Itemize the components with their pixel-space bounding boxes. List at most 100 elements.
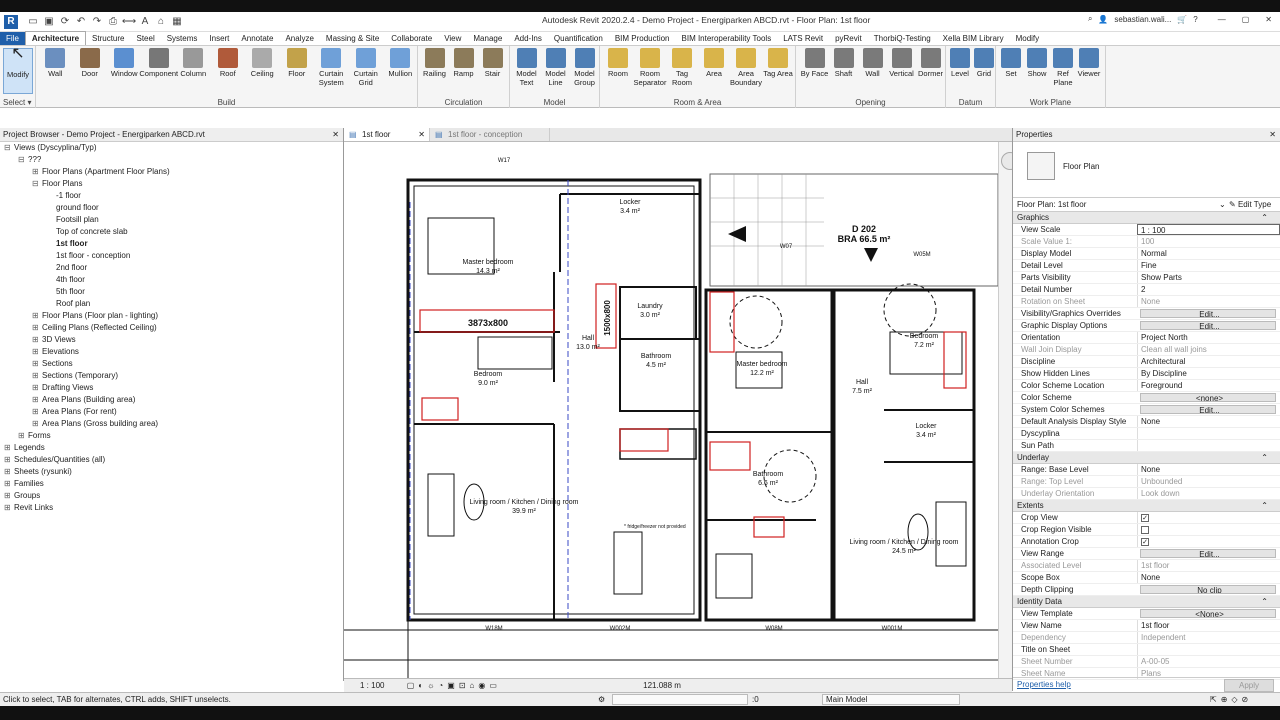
by-face-button[interactable]: By Face [800, 48, 829, 78]
close-icon[interactable]: ✕ [332, 128, 339, 142]
room-area[interactable]: 39.9 m² [512, 508, 536, 515]
expand-icon[interactable]: ⊞ [4, 502, 14, 514]
tab-lats-revit[interactable]: LATS Revit [777, 32, 829, 45]
chevron-down-icon[interactable]: ⌄ [1219, 200, 1226, 209]
room-area[interactable]: 6.6 m² [758, 480, 779, 487]
expand-icon[interactable]: ⊞ [32, 334, 42, 346]
tab-annotate[interactable]: Annotate [235, 32, 279, 45]
expand-icon[interactable]: ⊞ [4, 454, 14, 466]
tab-massing-site[interactable]: Massing & Site [320, 32, 385, 45]
ceiling-button[interactable]: Ceiling [245, 48, 280, 78]
section-underlay[interactable]: Underlay ⌃ [1013, 452, 1280, 464]
room-separator-button[interactable]: Room Separator [634, 48, 666, 87]
tab-file[interactable]: File [0, 32, 25, 45]
prop-value[interactable]: <None> [1140, 609, 1276, 618]
save-icon[interactable]: ▣ [42, 15, 56, 29]
redo-icon[interactable]: ↷ [90, 15, 104, 29]
help-icon[interactable]: ? [1193, 15, 1197, 24]
tab-1st-floor-conception[interactable]: ▤ 1st floor - conception [430, 128, 550, 141]
room-name[interactable]: Locker [915, 423, 937, 430]
section-graphics[interactable]: Graphics ⌃ [1013, 212, 1280, 224]
grid-button[interactable]: Grid [972, 48, 996, 78]
room-area[interactable]: 9.0 m² [478, 380, 499, 387]
browser-item-elevations[interactable]: ⊞ Elevations [0, 346, 343, 358]
room-area[interactable]: 24.5 m² [892, 548, 916, 555]
prop-value[interactable] [1137, 644, 1280, 655]
browser-item-3d-views[interactable]: ⊞ 3D Views [0, 334, 343, 346]
browser-item-families[interactable]: ⊞ Families [0, 478, 343, 490]
wall-button[interactable]: Wall [858, 48, 887, 78]
browser-item-floor-plans-apartment-floor-plans[interactable]: ⊞ Floor Plans (Apartment Floor Plans) [0, 166, 343, 178]
room-area[interactable]: 3.4 m² [620, 208, 641, 215]
expand-icon[interactable]: ⊞ [32, 310, 42, 322]
revit-logo-icon[interactable]: R [4, 14, 18, 29]
tab-modify[interactable]: Modify [1010, 32, 1046, 45]
tab-systems[interactable]: Systems [161, 32, 204, 45]
window-tag[interactable]: W07 [780, 244, 793, 250]
3d-view-icon[interactable]: ⌂ [154, 15, 168, 29]
room-name[interactable]: Master bedroom [463, 259, 514, 266]
prop-value[interactable]: By Discipline [1137, 368, 1280, 379]
window-tag[interactable]: W001M [882, 626, 903, 632]
properties-help-link[interactable]: Properties help [1017, 680, 1071, 689]
model-line-button[interactable]: Model Line [541, 48, 570, 87]
browser-item-1-floor[interactable]: -1 floor [0, 190, 343, 202]
browser-item-schedules-quantities-all[interactable]: ⊞ Schedules/Quantities (all) [0, 454, 343, 466]
browser-item-[interactable]: ⊟??? [0, 154, 343, 166]
wall-button[interactable]: Wall [38, 48, 73, 78]
shaft-button[interactable]: Shaft [829, 48, 858, 78]
prop-value[interactable] [1137, 524, 1280, 535]
room-area[interactable]: 13.0 m² [576, 344, 600, 351]
room-name[interactable]: Bedroom [474, 371, 503, 378]
room-name[interactable]: Locker [619, 199, 641, 206]
view-control-icons[interactable]: ▢◐☼◔▣⊡⌂◉▭ [407, 681, 501, 690]
window-button[interactable]: Window [107, 48, 142, 78]
tag-area-button[interactable]: Tag Area [762, 48, 794, 78]
floor-plan-drawing[interactable]: Locker 3.4 m² Master bedroom 14.3 m² Laundry… [344, 142, 998, 678]
prop-value[interactable]: Fine [1137, 260, 1280, 271]
browser-item-4th-floor[interactable]: 4th floor [0, 274, 343, 286]
room-name[interactable]: Laundry [637, 303, 663, 310]
column-button[interactable]: Column [176, 48, 211, 78]
prop-value[interactable]: ✓ [1137, 512, 1280, 523]
search-icon[interactable]: ⌕ [1088, 14, 1092, 24]
maximize-icon[interactable]: ▢ [1242, 15, 1250, 24]
collapse-icon[interactable]: ⊟ [4, 142, 14, 154]
room-name[interactable]: Master bedroom [737, 361, 788, 368]
prop-value[interactable]: Normal [1137, 248, 1280, 259]
browser-item-1st-floor[interactable]: 1st floor [0, 238, 343, 250]
browser-item-top-of-concrete-slab[interactable]: Top of concrete slab [0, 226, 343, 238]
expand-icon[interactable]: ⊞ [32, 322, 42, 334]
view-scale[interactable]: 1 : 100 [360, 681, 384, 690]
browser-item-1st-floor-conception[interactable]: 1st floor - conception [0, 250, 343, 262]
close-icon[interactable]: ✕ [1269, 128, 1276, 142]
door-button[interactable]: Door [73, 48, 108, 78]
expand-icon[interactable]: ⊞ [32, 394, 42, 406]
tab-view[interactable]: View [438, 32, 467, 45]
measure-icon[interactable]: ⟷ [122, 15, 136, 29]
close-window-icon[interactable]: ✕ [1265, 15, 1272, 24]
collapse-icon[interactable]: ⌃ [1261, 452, 1268, 464]
expand-icon[interactable]: ⊞ [4, 466, 14, 478]
browser-item-sections[interactable]: ⊞ Sections [0, 358, 343, 370]
model-group-button[interactable]: Model Group [570, 48, 599, 87]
prop-value[interactable]: Show Parts [1137, 272, 1280, 283]
tab-1st-floor[interactable]: ▤ 1st floor ✕ [344, 128, 430, 141]
prop-value[interactable]: None [1137, 572, 1280, 583]
switch-windows-icon[interactable]: ▦ [170, 15, 184, 29]
tab-structure[interactable]: Structure [86, 32, 130, 45]
room-area[interactable]: 7.5 m² [852, 388, 873, 395]
expand-icon[interactable]: ⊞ [32, 418, 42, 430]
prop-value[interactable] [1137, 428, 1280, 439]
user-icon[interactable]: 👤 [1098, 15, 1108, 24]
expand-icon[interactable]: ⊞ [18, 430, 28, 442]
instance-selector[interactable]: Floor Plan: 1st floor ⌄ ✎ Edit Type [1013, 198, 1280, 212]
checkbox[interactable] [1141, 525, 1149, 534]
collapse-icon[interactable]: ⌃ [1261, 212, 1268, 224]
browser-item-groups[interactable]: ⊞ Groups [0, 490, 343, 502]
expand-icon[interactable]: ⊞ [32, 382, 42, 394]
browser-item-roof-plan[interactable]: Roof plan [0, 298, 343, 310]
prop-value[interactable]: None [1137, 416, 1280, 427]
stair-button[interactable]: Stair [478, 48, 507, 78]
viewer-button[interactable]: Viewer [1076, 48, 1102, 78]
